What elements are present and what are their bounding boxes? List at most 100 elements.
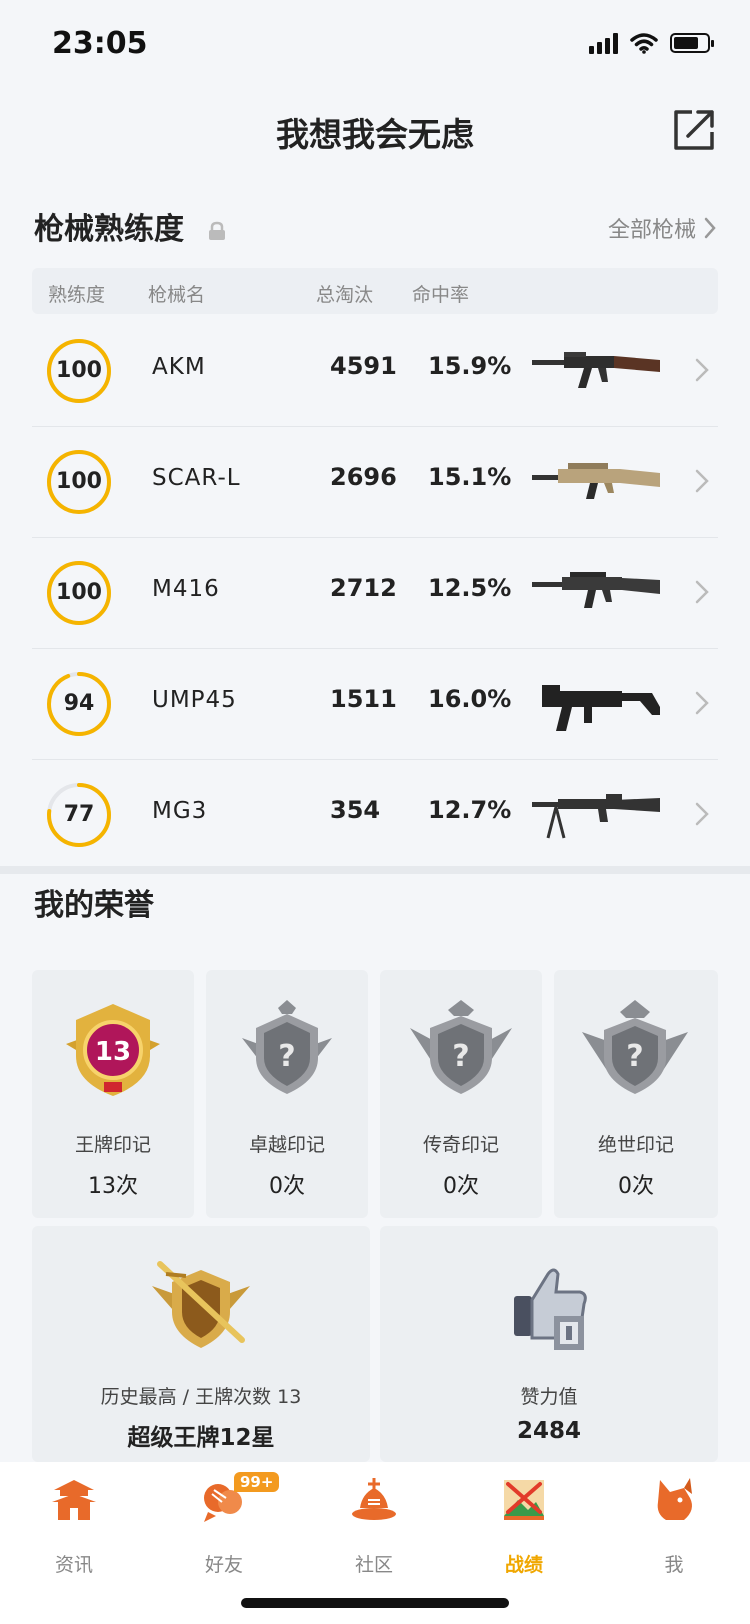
page-title: 我想我会无虑: [276, 115, 474, 154]
weapon-kills: 4591: [330, 352, 397, 380]
weapon-row[interactable]: 100 M416 2712 12.5%: [32, 538, 718, 649]
svg-text:?: ?: [452, 1039, 469, 1074]
tab-friends[interactable]: 99+ 好友: [164, 1472, 284, 1586]
weapon-hit-rate: 16.0%: [428, 685, 512, 713]
col-kills: 总淘汰: [316, 284, 374, 306]
weapon-list: 100 AKM 4591 15.9% 100 SCAR-L 2696 15.1%: [32, 316, 718, 870]
weapon-hit-rate: 15.1%: [428, 463, 512, 491]
proficiency-value: 94: [63, 691, 95, 716]
home-indicator[interactable]: [241, 1598, 509, 1608]
weapon-proficiency-title: 枪械熟练度: [34, 204, 226, 248]
history-best-label: 历史最高 / 王牌次数 13: [100, 1386, 302, 1408]
weapon-hit-rate: 15.9%: [428, 352, 512, 380]
section-divider: [0, 866, 750, 874]
mg3-lmg-icon: [532, 794, 660, 839]
chevron-right-icon: [695, 469, 709, 493]
weapon-proficiency-title-text: 枪械熟练度: [34, 212, 184, 247]
friends-badge: 99+: [234, 1472, 280, 1492]
all-weapons-link[interactable]: 全部枪械: [608, 212, 716, 244]
col-weapon-name: 枪械名: [148, 284, 206, 306]
chevron-right-icon: [695, 358, 709, 382]
weapon-row[interactable]: 100 AKM 4591 15.9%: [32, 316, 718, 427]
svg-text:?: ?: [626, 1039, 643, 1074]
rank-crest-icon: [152, 1261, 250, 1348]
weapon-row[interactable]: 94 UMP45 1511 16.0%: [32, 649, 718, 760]
status-bar: 23:05: [0, 0, 750, 90]
weapon-kills: 354: [330, 796, 381, 824]
tab-me[interactable]: 我: [614, 1476, 734, 1586]
weapon-row[interactable]: 100 SCAR-L 2696 15.1%: [32, 427, 718, 538]
status-icons: [589, 32, 714, 54]
history-best-value: 超级王牌12星: [127, 1425, 275, 1451]
weapon-name: M416: [152, 576, 220, 602]
ump45-smg-icon: [542, 685, 660, 731]
tab-label: 资讯: [54, 1554, 93, 1576]
col-proficiency: 熟练度: [48, 284, 106, 306]
cellular-signal-icon: [589, 32, 618, 54]
weapon-kills: 1511: [330, 685, 397, 713]
weapon-hit-rate: 12.5%: [428, 574, 512, 602]
weapon-name: SCAR-L: [152, 465, 241, 491]
status-time: 23:05: [52, 26, 148, 61]
tab-label: 战绩: [504, 1554, 543, 1576]
tab-community[interactable]: 社区: [314, 1476, 434, 1586]
weapon-row[interactable]: 77 MG3 354 12.7%: [32, 760, 718, 870]
col-hit-rate: 命中率: [412, 284, 470, 306]
proficiency-value: 100: [56, 580, 102, 605]
svg-text:?: ?: [278, 1039, 295, 1074]
weapon-hit-rate: 12.7%: [428, 796, 512, 824]
peerless-emblem-locked-icon: ?: [582, 1000, 688, 1094]
proficiency-value: 77: [63, 802, 95, 827]
honor-count: 0次: [269, 1174, 305, 1199]
battle-record-icon: [504, 1480, 544, 1520]
tab-battle-record[interactable]: 战绩: [464, 1476, 584, 1586]
ace-emblem-icon: 13: [66, 1004, 160, 1096]
likes-label: 赞力值: [520, 1386, 578, 1408]
weapon-name: UMP45: [152, 687, 237, 713]
profile-fox-icon: [657, 1478, 692, 1520]
honor-label: 传奇印记: [422, 1134, 499, 1156]
weapon-kills: 2696: [330, 463, 397, 491]
tab-label: 社区: [354, 1554, 393, 1576]
honor-count: 0次: [443, 1174, 479, 1199]
pagoda-icon: [52, 1480, 96, 1520]
tab-label: 好友: [204, 1554, 243, 1576]
weapon-kills: 2712: [330, 574, 397, 602]
honor-label: 卓越印记: [248, 1134, 325, 1156]
excellence-emblem-locked-icon: ?: [242, 1000, 332, 1094]
wifi-icon: [630, 33, 658, 54]
honor-count: 13次: [88, 1174, 138, 1199]
proficiency-value: 100: [56, 469, 102, 494]
honor-card-peerless[interactable]: ? 绝世印记 0次: [554, 970, 718, 1218]
tab-news[interactable]: 资讯: [14, 1476, 134, 1586]
honor-card-excellence[interactable]: ? 卓越印记 0次: [206, 970, 368, 1218]
likes-card[interactable]: 赞力值 2484: [380, 1226, 718, 1462]
akm-rifle-icon: [532, 352, 660, 388]
community-icon: [352, 1478, 396, 1520]
weapon-name: MG3: [152, 798, 208, 824]
chevron-right-icon: [704, 217, 716, 239]
lock-icon: [209, 221, 226, 240]
chevron-right-icon: [695, 580, 709, 604]
honor-card-ace[interactable]: 13 王牌印记 13次: [32, 970, 194, 1218]
scar-rifle-icon: [532, 463, 660, 499]
m416-rifle-icon: [532, 572, 660, 608]
honor-label: 王牌印记: [74, 1134, 151, 1156]
honor-label: 绝世印记: [597, 1134, 674, 1156]
share-icon[interactable]: [672, 108, 716, 152]
thumbs-up-trophy-icon: [514, 1268, 587, 1350]
tab-label: 我: [664, 1554, 684, 1576]
honor-card-legend[interactable]: ? 传奇印记 0次: [380, 970, 542, 1218]
proficiency-value: 100: [56, 358, 102, 383]
honor-count: 0次: [618, 1174, 654, 1199]
history-best-card[interactable]: 历史最高 / 王牌次数 13 超级王牌12星: [32, 1226, 370, 1462]
chevron-right-icon: [695, 691, 709, 715]
honors-title: 我的荣誉: [34, 888, 154, 923]
battery-icon: [670, 33, 714, 53]
weapon-table-header: 熟练度 枪械名 总淘汰 命中率: [32, 268, 718, 314]
likes-value: 2484: [516, 1418, 581, 1444]
legend-emblem-locked-icon: ?: [410, 1000, 512, 1094]
svg-text:13: 13: [95, 1037, 131, 1067]
weapon-name: AKM: [152, 354, 206, 380]
chevron-right-icon: [695, 802, 709, 826]
